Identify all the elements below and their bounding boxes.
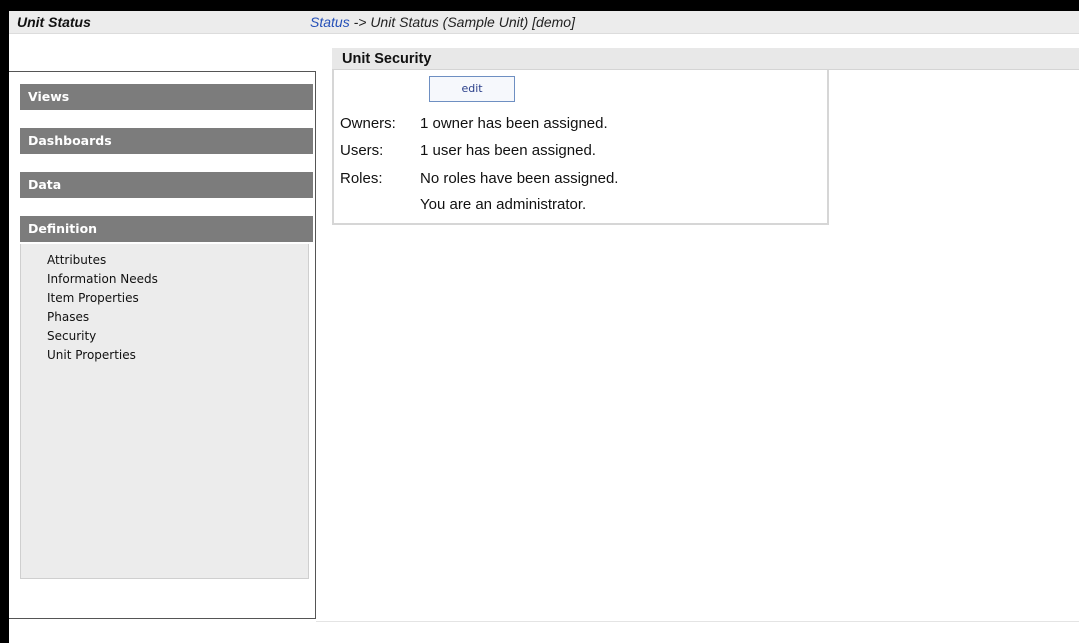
admin-note-row: You are an administrator. xyxy=(340,196,586,213)
section-header: Unit Security xyxy=(332,48,1079,70)
sidebar: Views Dashboards Data Definition Attribu… xyxy=(9,71,316,619)
owners-row: Owners: 1 owner has been assigned. xyxy=(340,115,608,132)
breadcrumb-current: -> Unit Status (Sample Unit) [demo] xyxy=(349,14,575,30)
unit-security-panel: edit Owners: 1 owner has been assigned. U… xyxy=(332,70,829,225)
window-frame-top xyxy=(0,0,1079,11)
definition-menu: Attributes Information Needs Item Proper… xyxy=(20,244,309,579)
roles-value: No roles have been assigned. xyxy=(420,170,619,187)
users-value: 1 user has been assigned. xyxy=(420,142,596,159)
page-title: Unit Security xyxy=(342,51,432,67)
sidebar-item-security[interactable]: Security xyxy=(21,327,308,346)
sidebar-item-attributes[interactable]: Attributes xyxy=(21,251,308,270)
sidebar-item-item-properties[interactable]: Item Properties xyxy=(21,289,308,308)
sidebar-section-views[interactable]: Views xyxy=(20,84,313,110)
sidebar-section-dashboards[interactable]: Dashboards xyxy=(20,128,313,154)
admin-note: You are an administrator. xyxy=(420,196,587,213)
footer-divider xyxy=(316,621,1079,622)
breadcrumb: Status -> Unit Status (Sample Unit) [dem… xyxy=(310,14,575,30)
sidebar-item-unit-properties[interactable]: Unit Properties xyxy=(21,346,308,365)
users-row: Users: 1 user has been assigned. xyxy=(340,142,596,159)
app-title: Unit Status xyxy=(17,14,91,30)
users-label: Users: xyxy=(340,142,384,159)
sidebar-item-phases[interactable]: Phases xyxy=(21,308,308,327)
edit-button[interactable]: edit xyxy=(429,76,515,102)
breadcrumb-status-link[interactable]: Status xyxy=(310,14,350,30)
sidebar-section-definition[interactable]: Definition xyxy=(20,216,313,242)
owners-value: 1 owner has been assigned. xyxy=(420,115,608,132)
sidebar-item-information-needs[interactable]: Information Needs xyxy=(21,270,308,289)
header-bar: Unit Status Status -> Unit Status (Sampl… xyxy=(9,11,1079,34)
roles-row: Roles: No roles have been assigned. xyxy=(340,170,618,187)
owners-label: Owners: xyxy=(340,115,396,132)
window-frame-left xyxy=(0,0,9,643)
sidebar-section-data[interactable]: Data xyxy=(20,172,313,198)
roles-label: Roles: xyxy=(340,170,383,187)
